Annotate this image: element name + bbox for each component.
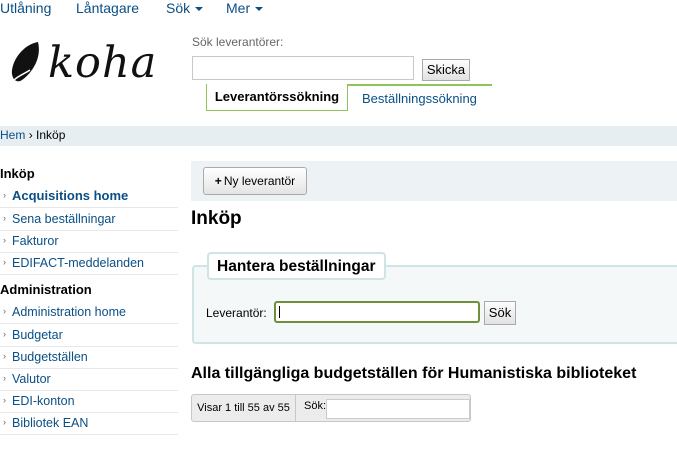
chevron-right-icon: ›: [3, 373, 6, 383]
sidebar-item-funds[interactable]: › Budgetställen: [0, 347, 178, 369]
chevron-down-icon: [195, 7, 204, 12]
sidebar-item-edi-accounts[interactable]: › EDI-konton: [0, 391, 178, 413]
text-cursor: [279, 306, 280, 318]
breadcrumb: Hem › Inköp: [0, 126, 677, 146]
nav-patrons[interactable]: Låntagare: [76, 0, 139, 16]
datatable-info: Visar 1 till 55 av 55: [192, 395, 296, 421]
datatable-search-input[interactable]: [326, 399, 470, 419]
supplier-input[interactable]: [274, 301, 480, 323]
breadcrumb-separator: ›: [28, 128, 33, 142]
sidebar-item-invoices[interactable]: › Fakturor: [0, 231, 178, 253]
koha-logo[interactable]: koha: [8, 38, 163, 88]
sidebar-item-label: Budgetställen: [12, 350, 88, 364]
page-title: Inköp: [191, 208, 242, 229]
tab-order-search[interactable]: Beställningssökning: [362, 84, 477, 114]
sidebar-item-currencies[interactable]: › Valutor: [0, 369, 178, 391]
koha-leaf-icon: [11, 42, 39, 82]
sidebar-item-acquisitions-home[interactable]: › Acquisitions home: [0, 186, 178, 208]
toolbar: + Ny leverantör: [191, 161, 677, 201]
sidebar-item-library-ean[interactable]: › Bibliotek EAN: [0, 413, 178, 435]
logo-text: koha: [48, 38, 158, 88]
nav-more-menu[interactable]: Mer: [226, 0, 264, 16]
sidebar-heading-acquisitions: Inköp: [0, 166, 35, 181]
tab-vendor-search[interactable]: Leverantörssökning: [206, 84, 348, 111]
nav-circulation-label: Utlåning: [0, 0, 52, 16]
chevron-right-icon: ›: [3, 417, 6, 427]
chevron-right-icon: ›: [3, 257, 6, 267]
new-vendor-label: Ny leverantör: [223, 174, 296, 188]
nav-search-label: Sök: [166, 0, 191, 16]
sidebar-item-budgets[interactable]: › Budgetar: [0, 325, 178, 347]
nav-search-menu[interactable]: Sök: [166, 0, 204, 16]
sidebar-item-edifact-messages[interactable]: › EDIFACT-meddelanden: [0, 253, 178, 275]
manage-orders-legend: Hantera beställningar: [207, 252, 386, 280]
chevron-down-icon: [255, 7, 264, 12]
chevron-right-icon: ›: [3, 190, 6, 200]
sidebar-item-label: Fakturor: [12, 234, 59, 248]
sidebar-item-label: EDI-konton: [12, 394, 75, 408]
sidebar-item-label: Bibliotek EAN: [12, 416, 89, 430]
sidebar-item-label: Budgetar: [12, 328, 63, 342]
datatable-search-label: Sök:: [304, 400, 327, 412]
datatable-toolbar: Visar 1 till 55 av 55 Sök:: [191, 394, 471, 422]
submit-button[interactable]: Skicka: [422, 59, 470, 81]
breadcrumb-current: Inköp: [36, 128, 66, 142]
funds-heading: Alla tillgängliga budgetställen för Huma…: [191, 365, 637, 382]
vendor-search-label: Sök leverantörer:: [192, 35, 284, 49]
sidebar-item-administration-home[interactable]: › Administration home: [0, 302, 178, 324]
supplier-search-button[interactable]: Sök: [484, 301, 516, 325]
sidebar-item-label: Sena beställningar: [12, 212, 116, 226]
sidebar-item-label: Valutor: [12, 372, 51, 386]
sidebar-heading-administration: Administration: [0, 282, 92, 297]
nav-more-label: Mer: [226, 0, 251, 16]
sidebar-item-label: EDIFACT-meddelanden: [12, 256, 145, 270]
sidebar-item-label: Acquisitions home: [12, 188, 129, 203]
nav-patrons-label: Låntagare: [76, 0, 140, 16]
chevron-right-icon: ›: [3, 213, 6, 223]
vendor-search-input[interactable]: [192, 56, 414, 80]
search-tabs: Leverantörssökning Beställningssökning: [206, 84, 492, 112]
supplier-label: Leverantör:: [206, 306, 267, 320]
plus-icon: +: [214, 174, 222, 188]
chevron-right-icon: ›: [3, 329, 6, 339]
chevron-right-icon: ›: [3, 351, 6, 361]
chevron-right-icon: ›: [3, 235, 6, 245]
sidebar-item-late-orders[interactable]: › Sena beställningar: [0, 209, 178, 231]
chevron-right-icon: ›: [3, 306, 6, 316]
top-navigation: Utlåning Låntagare Sök Mer: [0, 0, 677, 20]
sidebar-item-label: Administration home: [12, 305, 126, 319]
chevron-right-icon: ›: [3, 395, 6, 405]
new-vendor-button[interactable]: + Ny leverantör: [203, 167, 307, 195]
breadcrumb-home[interactable]: Hem: [0, 128, 25, 142]
nav-circulation[interactable]: Utlåning: [0, 0, 51, 16]
